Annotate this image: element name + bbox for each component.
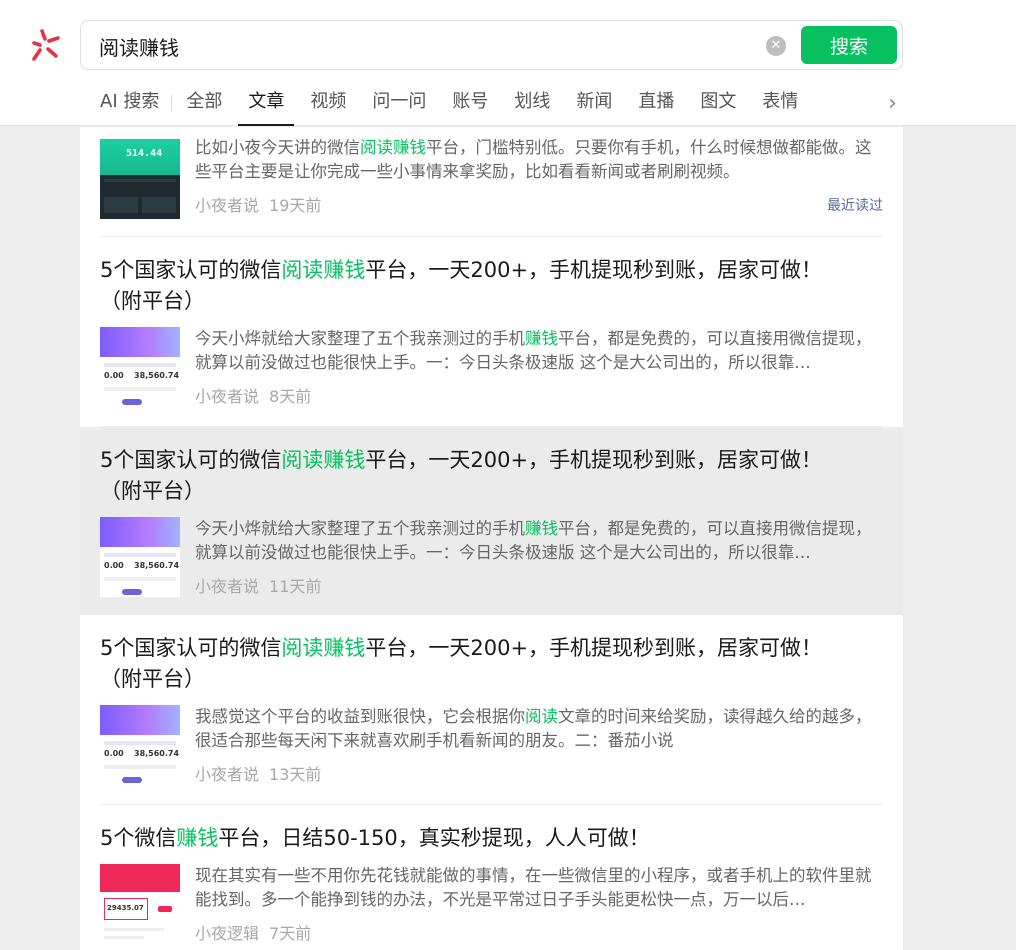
wechat-search-logo-icon[interactable] xyxy=(28,28,62,62)
result-thumbnail: 0.00 38,560.74 xyxy=(100,327,180,407)
result-author[interactable]: 小夜逻辑 xyxy=(195,924,259,943)
tab-divider xyxy=(171,95,173,111)
result-item[interactable]: 5个国家认可的微信阅读赚钱平台，一天200+，手机提现秒到账，居家可做！（附平台… xyxy=(80,615,903,805)
result-thumbnail: 29435.07 xyxy=(100,864,180,944)
result-summary: 我感觉这个平台的收益到账很快，它会根据你阅读文章的时间来给奖励，读得越久给的越多… xyxy=(195,707,872,750)
result-title[interactable]: 5个国家认可的微信阅读赚钱平台，一天200+，手机提现秒到账，居家可做！（附平台… xyxy=(100,427,883,507)
result-meta: 小夜者说 11天前 xyxy=(195,573,321,597)
result-author[interactable]: 小夜者说 xyxy=(195,577,259,596)
recently-read-label[interactable]: 最近读过 xyxy=(827,195,883,215)
result-time: 11天前 xyxy=(269,577,322,596)
search-input[interactable] xyxy=(99,31,739,61)
result-title[interactable]: 5个微信赚钱平台，日结50-150，真实秒提现，人人可做！ xyxy=(100,805,883,854)
tab-all[interactable]: 全部 xyxy=(186,84,222,126)
tab-live[interactable]: 直播 xyxy=(638,84,674,126)
result-summary: 现在其实有一些不用你先花钱就能做的事情，在一些微信里的小程序，或者手机上的软件里… xyxy=(195,866,872,909)
result-meta: 小夜者说 13天前 xyxy=(195,761,321,785)
result-item[interactable]: 5个国家认可的微信阅读赚钱平台，一天200+，手机提现秒到账，居家可做！（附平台… xyxy=(80,427,903,615)
result-title[interactable]: 5个国家认可的微信阅读赚钱平台，一天200+，手机提现秒到账，居家可做！（附平台… xyxy=(100,237,883,317)
result-meta: 小夜者说 19天前 xyxy=(195,192,321,216)
result-summary: 比如小夜今天讲的微信阅读赚钱平台，门槛特别低。只要你有手机，什么时候想做都能做。… xyxy=(195,138,872,181)
result-time: 13天前 xyxy=(269,765,322,784)
tab-accounts[interactable]: 账号 xyxy=(452,84,488,126)
result-author[interactable]: 小夜者说 xyxy=(195,765,259,784)
tab-news[interactable]: 新闻 xyxy=(576,84,612,126)
result-thumbnail: 0.00 38,560.74 xyxy=(100,517,180,597)
tab-stickers[interactable]: 表情 xyxy=(762,84,798,126)
search-button[interactable]: 搜索 xyxy=(801,26,897,64)
tab-ai-search[interactable]: AI 搜索 xyxy=(100,84,159,126)
result-item[interactable]: 5个微信赚钱平台，日结50-150，真实秒提现，人人可做！ 29435.07 现… xyxy=(80,805,903,950)
result-summary: 今天小烨就给大家整理了五个我亲测过的手机赚钱平台，都是免费的，可以直接用微信提现… xyxy=(195,519,872,562)
tab-videos[interactable]: 视频 xyxy=(310,84,346,126)
result-time: 7天前 xyxy=(269,924,312,943)
result-time: 8天前 xyxy=(269,387,312,406)
result-author[interactable]: 小夜者说 xyxy=(195,387,259,406)
tab-ask[interactable]: 问一问 xyxy=(372,84,426,126)
thumbnail-amount: 514.44 xyxy=(126,148,163,159)
result-time: 19天前 xyxy=(269,196,322,215)
search-box: ✕ 搜索 xyxy=(80,20,903,70)
result-item[interactable]: 514.44 比如小夜今天讲的微信阅读赚钱平台，门槛特别低。只要你有手机，什么时… xyxy=(80,127,903,237)
result-title[interactable]: 5个国家认可的微信阅读赚钱平台，一天200+，手机提现秒到账，居家可做！（附平台… xyxy=(100,615,883,695)
result-thumbnail: 0.00 38,560.74 xyxy=(100,705,180,785)
result-summary: 今天小烨就给大家整理了五个我亲测过的手机赚钱平台，都是免费的，可以直接用微信提现… xyxy=(195,329,872,372)
result-author[interactable]: 小夜者说 xyxy=(195,196,259,215)
tab-image-text[interactable]: 图文 xyxy=(700,84,736,126)
clear-icon[interactable]: ✕ xyxy=(766,36,786,56)
tab-underlines[interactable]: 划线 xyxy=(514,84,550,126)
result-meta: 小夜逻辑 7天前 xyxy=(195,920,311,944)
results-list: 514.44 比如小夜今天讲的微信阅读赚钱平台，门槛特别低。只要你有手机，什么时… xyxy=(80,127,903,950)
result-item[interactable]: 5个国家认可的微信阅读赚钱平台，一天200+，手机提现秒到账，居家可做！（附平台… xyxy=(80,237,903,427)
tab-articles[interactable]: 文章 xyxy=(238,84,295,126)
result-thumbnail: 514.44 xyxy=(100,139,180,219)
category-tabs: AI 搜索 全部 文章 视频 问一问 账号 划线 新闻 直播 图文 表情 xyxy=(100,84,824,126)
result-meta: 小夜者说 8天前 xyxy=(195,383,311,407)
chevron-right-icon[interactable]: › xyxy=(888,92,908,116)
search-header: ✕ 搜索 AI 搜索 全部 文章 视频 问一问 账号 划线 新闻 直播 图文 表… xyxy=(0,0,1016,126)
